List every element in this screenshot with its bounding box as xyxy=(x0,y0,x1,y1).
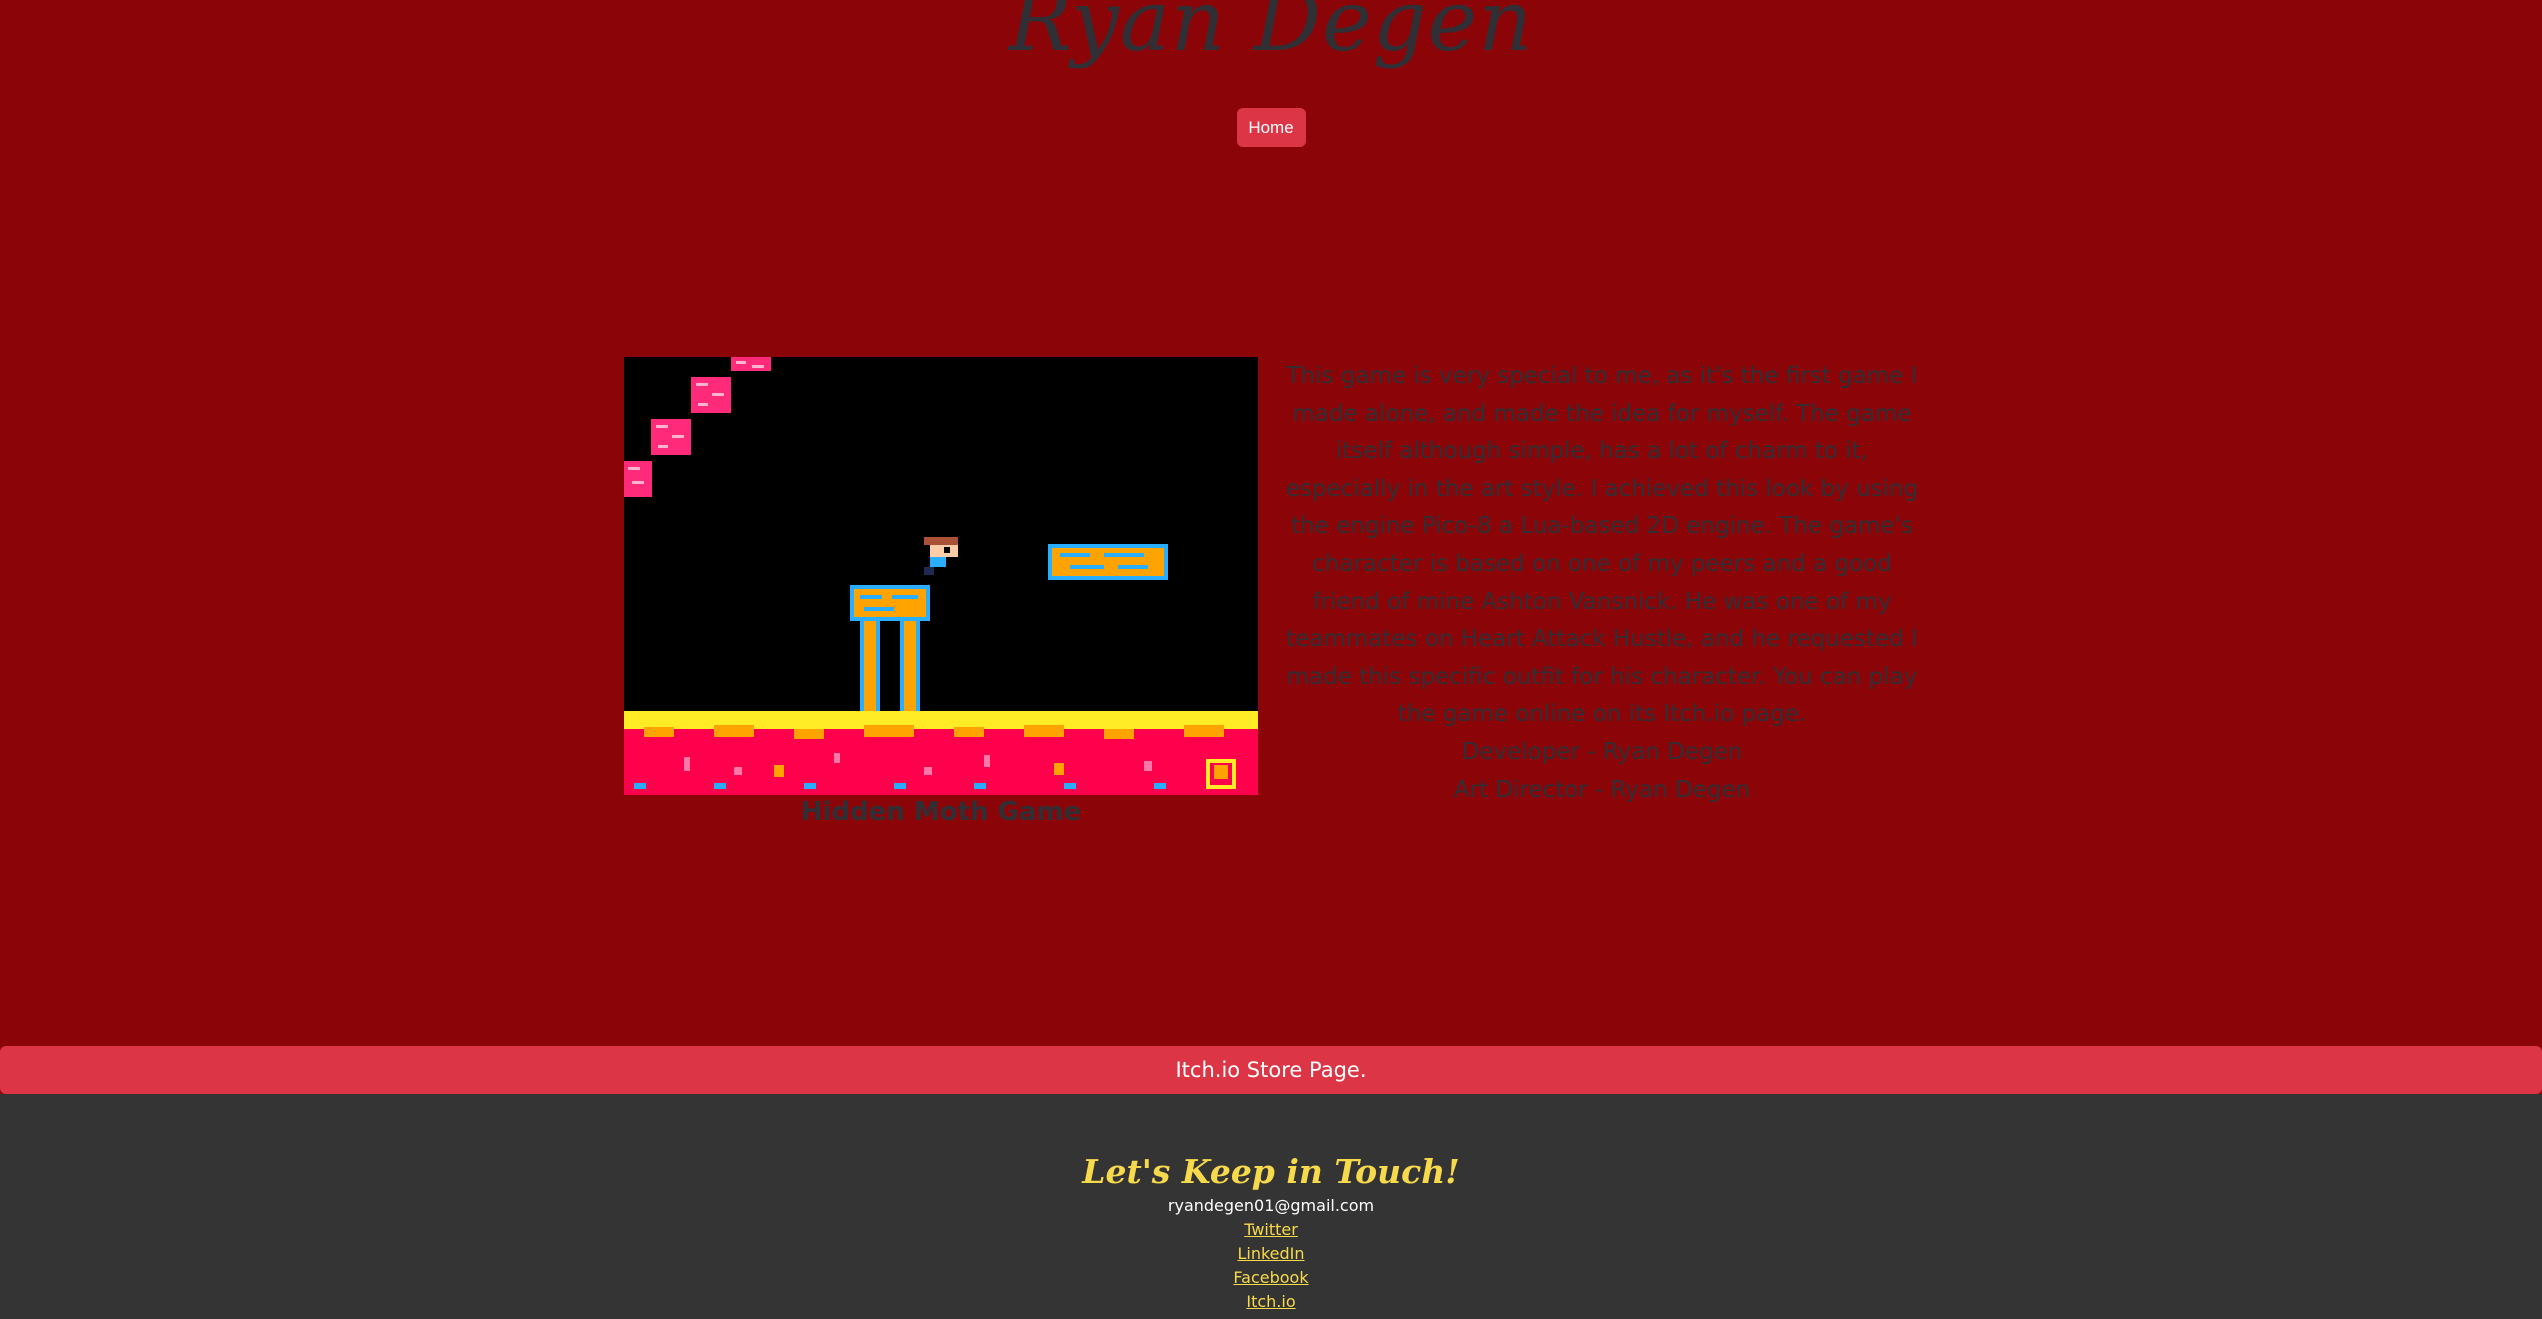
project-description: This game is very special to me, as it's… xyxy=(1280,358,1924,809)
linkedin-link[interactable]: LinkedIn xyxy=(0,1242,2542,1266)
game-caption: Hidden Moth Game xyxy=(800,797,1082,827)
credit-developer: Developer - Ryan Degen xyxy=(1461,738,1743,765)
contact-email: ryandegen01@gmail.com xyxy=(1167,1196,1375,1215)
site-title: Ryan Degen xyxy=(1008,0,1534,70)
itchio-link[interactable]: Itch.io xyxy=(0,1290,2542,1314)
main-nav: Home xyxy=(0,108,2542,147)
contact-list: ryandegen01@gmail.com Twitter LinkedIn F… xyxy=(0,1194,2542,1314)
facebook-link[interactable]: Facebook xyxy=(0,1266,2542,1290)
itch-store-button[interactable]: Itch.io Store Page. xyxy=(0,1046,2542,1094)
twitter-link[interactable]: Twitter xyxy=(0,1218,2542,1242)
game-showcase: Hidden Moth Game xyxy=(624,357,1258,827)
footer: Let's Keep in Touch! ryandegen01@gmail.c… xyxy=(0,1094,2542,1319)
credit-art-director: Art Director - Ryan Degen xyxy=(1453,776,1751,803)
footer-title: Let's Keep in Touch! xyxy=(1082,1152,1460,1191)
game-screenshot xyxy=(624,357,1258,795)
home-button[interactable]: Home xyxy=(1236,108,1306,147)
description-text: This game is very special to me, as it's… xyxy=(1285,363,1919,728)
